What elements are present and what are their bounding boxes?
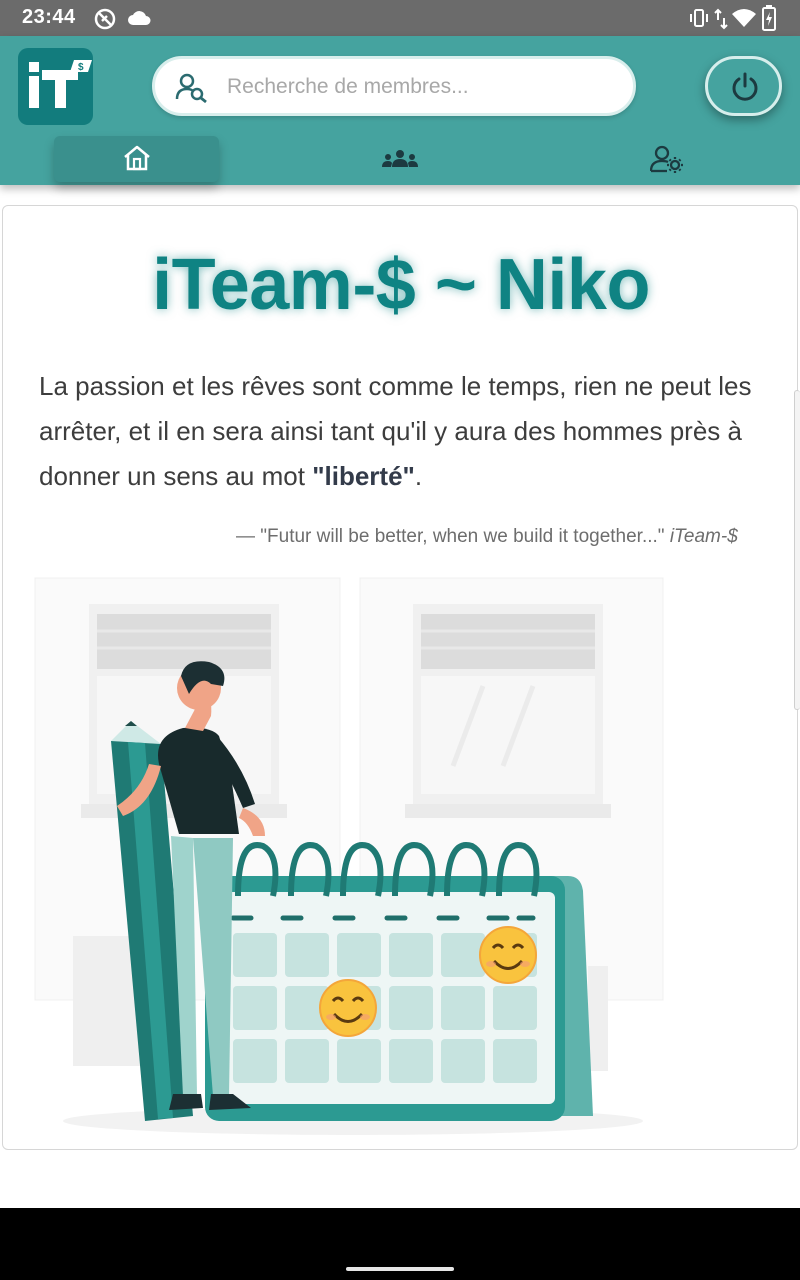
svg-text:$: $ — [78, 62, 84, 73]
user-settings-icon — [650, 145, 683, 173]
home-gesture-bar[interactable] — [346, 1267, 454, 1271]
quote-source: iTeam-$ — [669, 526, 738, 547]
data-arrows-icon — [714, 8, 728, 30]
status-bar: 23:44 — [0, 0, 800, 36]
tab-home[interactable] — [54, 136, 219, 182]
man-with-pencil-and-calendar-illustration — [34, 577, 664, 1135]
intro-paragraph: La passion et les rêves sont comme le te… — [39, 364, 779, 499]
tab-user-settings[interactable] — [612, 136, 722, 182]
quote: — "Futur will be better, when we build i… — [236, 526, 776, 548]
user-search-icon — [175, 73, 209, 108]
search-input[interactable] — [227, 71, 617, 103]
paragraph-bold-word: "liberté" — [312, 461, 415, 491]
page-title: iTeam-$ ~ Niko — [152, 245, 650, 325]
main-card: iTeam-$ ~ Niko La passion et les rêves s… — [2, 205, 798, 1150]
edge-scroll-handle[interactable] — [794, 390, 800, 710]
smiley-icon — [319, 979, 377, 1037]
tab-members[interactable] — [345, 136, 455, 182]
status-time: 23:44 — [22, 6, 76, 28]
home-icon — [124, 145, 150, 171]
vibrate-icon — [690, 9, 708, 27]
battery-charging-icon — [762, 5, 776, 31]
search-bar[interactable] — [152, 56, 636, 116]
smiley-icon — [479, 926, 537, 984]
cloud-icon — [128, 11, 151, 25]
app-header: $ — [0, 36, 800, 185]
it-logo-icon: $ — [29, 60, 92, 108]
quote-text: — "Futur will be better, when we build i… — [236, 526, 670, 547]
power-icon — [732, 72, 758, 101]
paragraph-end: . — [414, 461, 423, 491]
wifi-icon — [732, 9, 756, 27]
do-not-disturb-icon — [94, 8, 116, 30]
members-group-icon — [382, 150, 418, 167]
power-button[interactable] — [705, 56, 782, 116]
app-logo[interactable]: $ — [18, 48, 93, 125]
